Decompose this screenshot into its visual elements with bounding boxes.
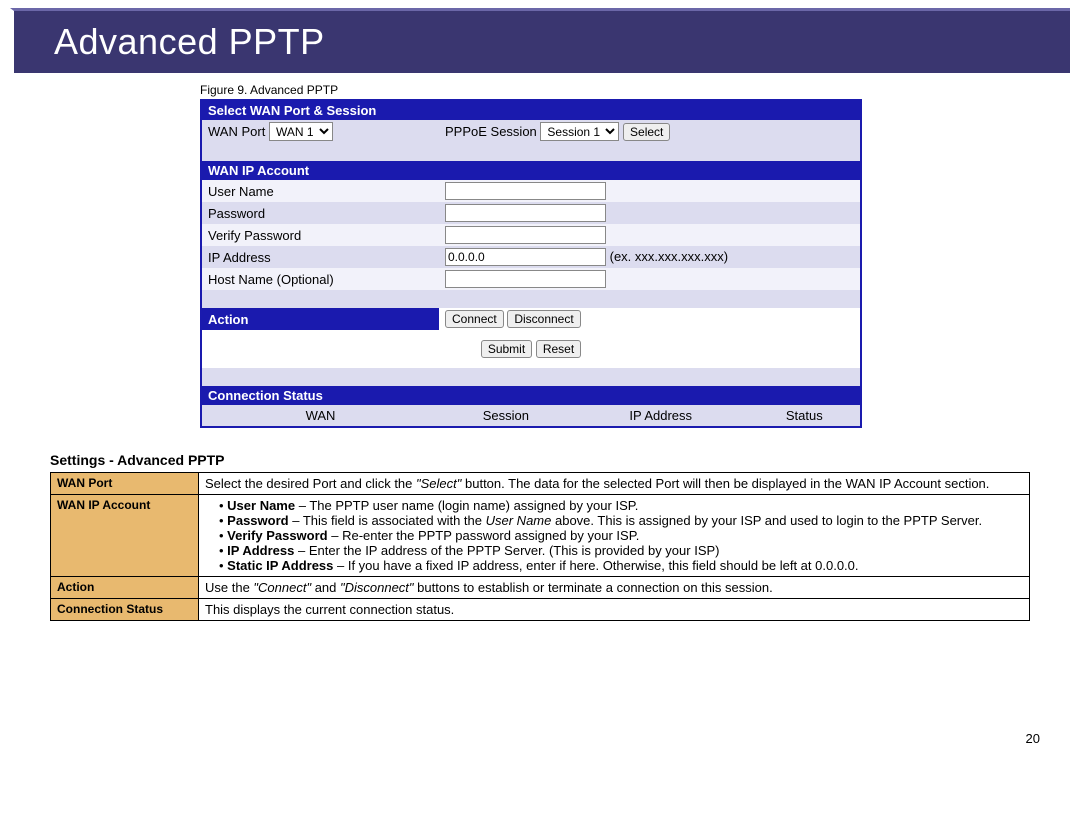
section-wan-ip: WAN IP Account bbox=[201, 161, 861, 180]
pppoe-select[interactable]: Session 1 bbox=[540, 122, 619, 141]
host-name-label: Host Name (Optional) bbox=[201, 268, 439, 290]
desc-val-action: Use the "Connect" and "Disconnect" butto… bbox=[199, 577, 1030, 599]
ip-hint: (ex. xxx.xxx.xxx.xxx) bbox=[610, 249, 728, 264]
desc-key-wanport: WAN Port bbox=[51, 473, 199, 495]
section-select-wan: Select WAN Port & Session bbox=[201, 100, 861, 120]
disconnect-button[interactable]: Disconnect bbox=[507, 310, 580, 328]
figure-caption: Figure 9. Advanced PPTP bbox=[200, 83, 1080, 97]
page-number: 20 bbox=[0, 731, 1040, 746]
host-name-input[interactable] bbox=[445, 270, 606, 288]
wan-port-select[interactable]: WAN 1 bbox=[269, 122, 333, 141]
desc-key-wanip: WAN IP Account bbox=[51, 495, 199, 577]
col-wan: WAN bbox=[201, 405, 439, 427]
password-label: Password bbox=[201, 202, 439, 224]
desc-val-wanip: User Name – The PPTP user name (login na… bbox=[199, 495, 1030, 577]
password-input[interactable] bbox=[445, 204, 606, 222]
ip-address-label: IP Address bbox=[201, 246, 439, 268]
desc-key-conn: Connection Status bbox=[51, 599, 199, 621]
page-title: Advanced PPTP bbox=[10, 8, 1070, 73]
settings-heading: Settings - Advanced PPTP bbox=[50, 452, 1080, 468]
verify-password-label: Verify Password bbox=[201, 224, 439, 246]
ip-address-input[interactable] bbox=[445, 248, 606, 266]
config-form: Select WAN Port & Session WAN Port WAN 1… bbox=[200, 99, 862, 428]
select-button[interactable]: Select bbox=[623, 123, 670, 141]
col-session: Session bbox=[439, 405, 573, 427]
section-action: Action bbox=[201, 308, 439, 330]
reset-button[interactable]: Reset bbox=[536, 340, 581, 358]
description-table: WAN Port Select the desired Port and cli… bbox=[50, 472, 1030, 621]
desc-val-conn: This displays the current connection sta… bbox=[199, 599, 1030, 621]
verify-password-input[interactable] bbox=[445, 226, 606, 244]
submit-button[interactable]: Submit bbox=[481, 340, 532, 358]
col-status: Status bbox=[749, 405, 861, 427]
username-input[interactable] bbox=[445, 182, 606, 200]
desc-val-wanport: Select the desired Port and click the "S… bbox=[199, 473, 1030, 495]
username-label: User Name bbox=[201, 180, 439, 202]
col-ip: IP Address bbox=[573, 405, 749, 427]
wan-port-label: WAN Port bbox=[208, 124, 265, 139]
desc-key-action: Action bbox=[51, 577, 199, 599]
connect-button[interactable]: Connect bbox=[445, 310, 504, 328]
section-connection-status: Connection Status bbox=[201, 386, 861, 405]
pppoe-label: PPPoE Session bbox=[445, 124, 537, 139]
